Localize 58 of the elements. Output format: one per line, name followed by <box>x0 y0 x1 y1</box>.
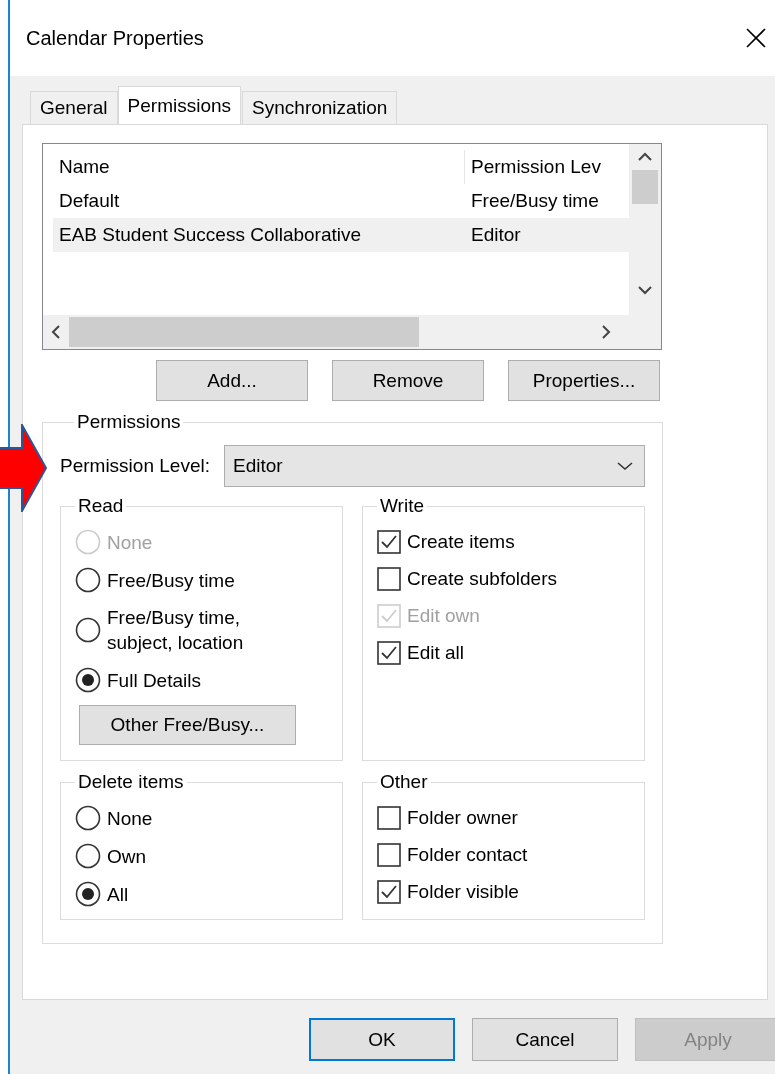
option-label: Edit all <box>407 641 465 665</box>
scroll-thumb[interactable] <box>632 170 658 204</box>
group-title: Other <box>379 771 429 793</box>
horizontal-scrollbar[interactable] <box>43 315 629 349</box>
option-label: Folder visible <box>407 880 519 904</box>
table-cell-text: EAB Student Success Collaborative <box>58 224 363 246</box>
permission-level-dropdown[interactable]: Editor <box>223 445 645 487</box>
close-icon[interactable] <box>745 27 767 49</box>
option-label: Folder owner <box>407 806 518 830</box>
radio-button[interactable] <box>75 843 101 869</box>
other-free-busy-button[interactable]: Other Free/Busy... <box>79 705 296 745</box>
list-row[interactable]: EAB Student Success Collaborative Editor <box>53 218 629 252</box>
group-title: Delete items <box>77 771 185 793</box>
list-button[interactable]: Properties... <box>508 360 660 401</box>
column-header[interactable]: Permission Lev <box>465 156 615 178</box>
vertical-scrollbar[interactable] <box>629 144 661 315</box>
caret-icon <box>616 461 634 471</box>
checkbox[interactable] <box>377 879 401 904</box>
checkbox[interactable] <box>377 566 401 591</box>
option-label: Edit own <box>407 604 480 628</box>
tab[interactable]: Permissions <box>117 86 242 124</box>
radio-button[interactable] <box>75 667 101 693</box>
list-button[interactable]: Add... <box>156 360 308 401</box>
list-row[interactable]: Default Free/Busy time <box>53 184 629 218</box>
table-cell-text: Editor <box>470 224 522 246</box>
checkbox[interactable] <box>377 640 401 665</box>
dialog-button[interactable]: Cancel <box>472 1018 618 1061</box>
option-label: Create subfolders <box>407 567 557 591</box>
checkbox[interactable] <box>377 842 401 867</box>
dialog-button[interactable]: OK <box>309 1018 455 1061</box>
group-title: Permissions <box>76 411 182 433</box>
radio-button[interactable] <box>75 617 101 643</box>
option-label: None <box>107 806 153 831</box>
table-cell-text: Free/Busy time <box>470 190 600 212</box>
option-label: Free/Busy time <box>107 568 235 593</box>
radio-button[interactable] <box>75 805 101 831</box>
checkbox[interactable] <box>377 805 401 830</box>
field-label: Permission Level: <box>60 455 210 477</box>
option-label: Folder contact <box>407 843 528 867</box>
option-label: Free/Busy time, subject, location <box>107 606 244 655</box>
tab[interactable]: Synchronization <box>242 91 398 124</box>
arrow-icon <box>0 424 48 512</box>
option-label: None <box>107 530 153 555</box>
radio-button[interactable] <box>75 567 101 593</box>
option-label: All <box>107 882 129 907</box>
option-label: Own <box>107 844 147 869</box>
column-header[interactable]: Name <box>53 150 465 184</box>
window-title: Calendar Properties <box>26 26 204 50</box>
scroll-thumb[interactable] <box>69 317 419 347</box>
group-title: Read <box>77 495 125 517</box>
tab[interactable]: General <box>30 91 118 124</box>
radio-button[interactable] <box>75 881 101 907</box>
table-cell-text: Default <box>58 190 121 212</box>
checkbox[interactable] <box>377 529 401 554</box>
option-label: Create items <box>407 530 515 554</box>
group-title: Write <box>379 495 425 517</box>
list-button[interactable]: Remove <box>332 360 484 401</box>
option-label: Full Details <box>107 668 201 693</box>
